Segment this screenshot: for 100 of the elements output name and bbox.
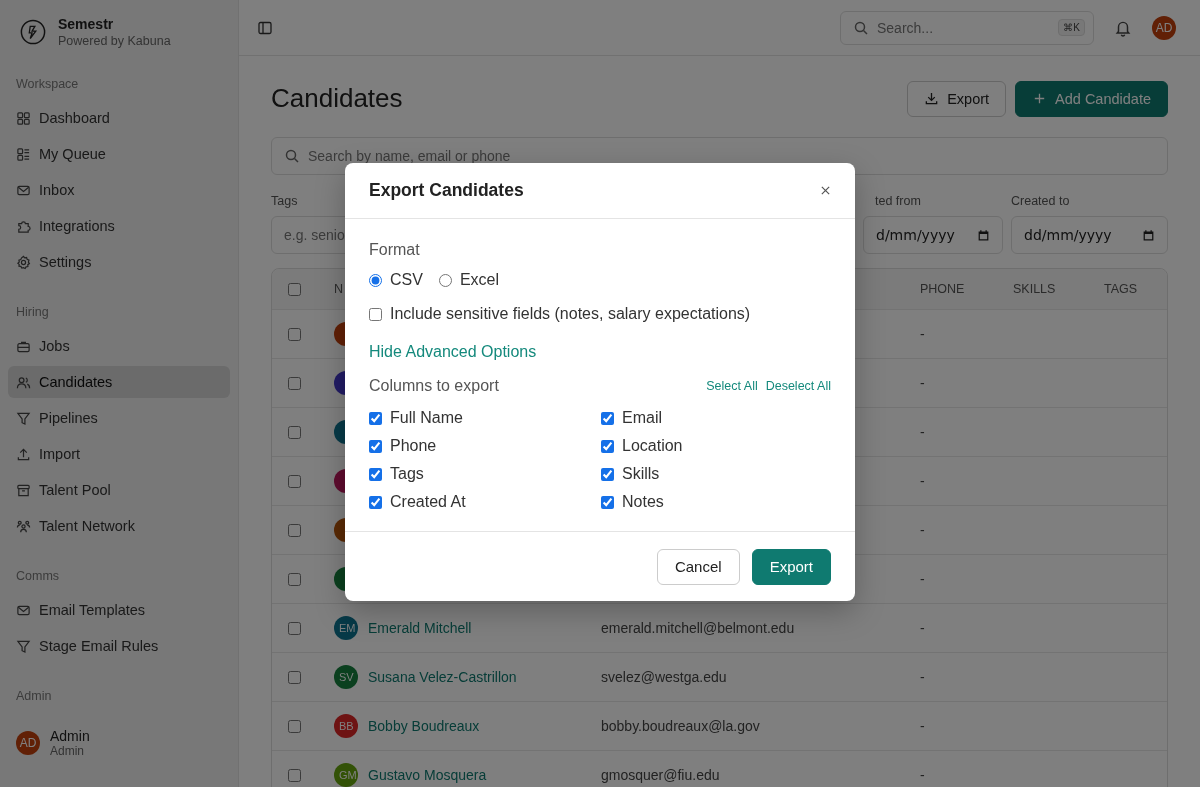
checkbox[interactable] [369,439,382,453]
sidebar-item[interactable]: Import [8,438,230,470]
candidate-avatar: BB [334,714,358,738]
download-icon [924,91,940,106]
table-cell: - [920,473,925,489]
sidebar-item[interactable]: Pipelines [8,402,230,434]
sidebar-item[interactable]: Talent Network [8,510,230,542]
checkbox[interactable] [288,376,301,390]
checkbox[interactable] [369,467,382,481]
sidebar-item[interactable]: My Queue [8,138,230,170]
candidate-name[interactable]: Susana Velez-Castrillon [368,669,517,685]
checkbox[interactable] [288,523,301,537]
deselect-all-link[interactable]: Deselect All [765,379,831,393]
field-label: Columns to export [369,377,499,395]
search-icon [284,148,300,164]
checkbox[interactable] [288,425,301,439]
user-avatar[interactable]: AD [16,731,40,755]
checkbox[interactable] [288,719,301,733]
option-label: Tags [390,465,424,483]
checkbox[interactable] [288,572,301,586]
brand-tagline: Powered by Kabuna [58,34,171,48]
user-avatar[interactable]: AD [1152,15,1176,40]
cancel-button[interactable]: Cancel [656,548,740,585]
dialog-title: Export Candidates [369,180,524,201]
candidate-avatar: GM [334,763,358,787]
checkbox[interactable] [601,439,614,453]
checkbox[interactable] [369,411,382,425]
checkbox[interactable] [288,282,301,296]
table-cell: svelez@westga.edu [601,669,727,685]
checkbox[interactable] [288,670,301,684]
sidebar-item[interactable]: Candidates [8,366,230,398]
select-all-link[interactable]: Select All [706,379,758,393]
table-cell: - [920,571,925,587]
add-candidate-button[interactable]: Add Candidate [1015,80,1168,117]
candidate-name[interactable]: Gustavo Mosquera [368,767,487,783]
checkbox[interactable] [288,327,301,341]
table-cell: - [920,620,925,636]
checkbox[interactable] [369,307,382,321]
export-button[interactable]: Export [907,80,1007,117]
section-title: Comms [15,568,61,585]
option-label: Skills [622,465,660,483]
search-field[interactable]: Search... ⌘K [840,10,1094,45]
table-cell: bobby.boudreaux@la.gov [601,718,760,734]
sidebar-item[interactable]: Stage Email Rules [8,630,230,662]
upload-icon [16,446,31,462]
checkbox[interactable] [601,411,614,425]
option-label: Include sensitive fields (notes, salary expectations) [390,305,751,323]
user-role: Admin [50,744,85,758]
date-field[interactable]: d/mm/yyyy [863,216,1003,254]
table-cell: - [920,669,925,685]
sidebar-toggle-icon[interactable] [257,19,273,36]
candidate-name[interactable]: Emerald Mitchell [368,620,472,636]
close-icon[interactable] [820,185,831,196]
column-header: SKILLS [1013,282,1056,296]
funnel-icon [16,638,31,654]
sidebar-item[interactable]: Settings [8,246,230,278]
option-label: Full Name [390,409,463,427]
candidate-name[interactable]: Bobby Boudreaux [368,718,480,734]
archive-icon [16,482,31,498]
radio-button[interactable] [369,273,382,287]
sidebar-item[interactable]: Email Templates [8,594,230,626]
checkbox[interactable] [288,474,301,488]
user-name: Admin [50,728,90,744]
table-cell: - [920,326,925,342]
sidebar-item[interactable]: Dashboard [8,102,230,134]
settings-icon [16,254,31,270]
column-header: PHONE [920,282,965,296]
table-cell: - [920,718,925,734]
checkbox[interactable] [288,768,301,782]
calendar-icon [1142,228,1155,242]
sidebar-item[interactable]: Integrations [8,210,230,242]
checkbox[interactable] [369,495,382,509]
sidebar-item[interactable]: Jobs [8,330,230,362]
grid-icon [16,110,31,126]
table-cell: - [920,375,925,391]
candidate-avatar: EM [334,616,358,640]
checkbox[interactable] [288,621,301,635]
filter-label: Tags [271,194,299,208]
sidebar-item[interactable]: Inbox [8,174,230,206]
search-icon [853,19,869,36]
logo-icon [20,19,46,45]
candidate-avatar: SV [334,665,358,689]
puzzle-icon [16,218,31,234]
checkbox[interactable] [601,495,614,509]
sidebar-item[interactable]: Talent Pool [8,474,230,506]
checkbox[interactable] [601,467,614,481]
option-label: CSV [390,271,423,289]
calendar-icon [977,228,990,242]
date-field[interactable]: dd/mm/yyyy [1011,216,1168,254]
users-icon [16,374,31,390]
option-label: Email [622,409,662,427]
column-header: TAGS [1104,282,1138,296]
table-cell: - [920,424,925,440]
field-label: Format [369,241,421,259]
advanced-options-link[interactable]: Hide Advanced Options [369,343,831,361]
list-icon [16,146,31,162]
section-title: Workspace [15,76,80,93]
option-label: Phone [390,437,437,455]
export-button[interactable]: Export [751,548,831,585]
radio-button[interactable] [438,273,452,287]
